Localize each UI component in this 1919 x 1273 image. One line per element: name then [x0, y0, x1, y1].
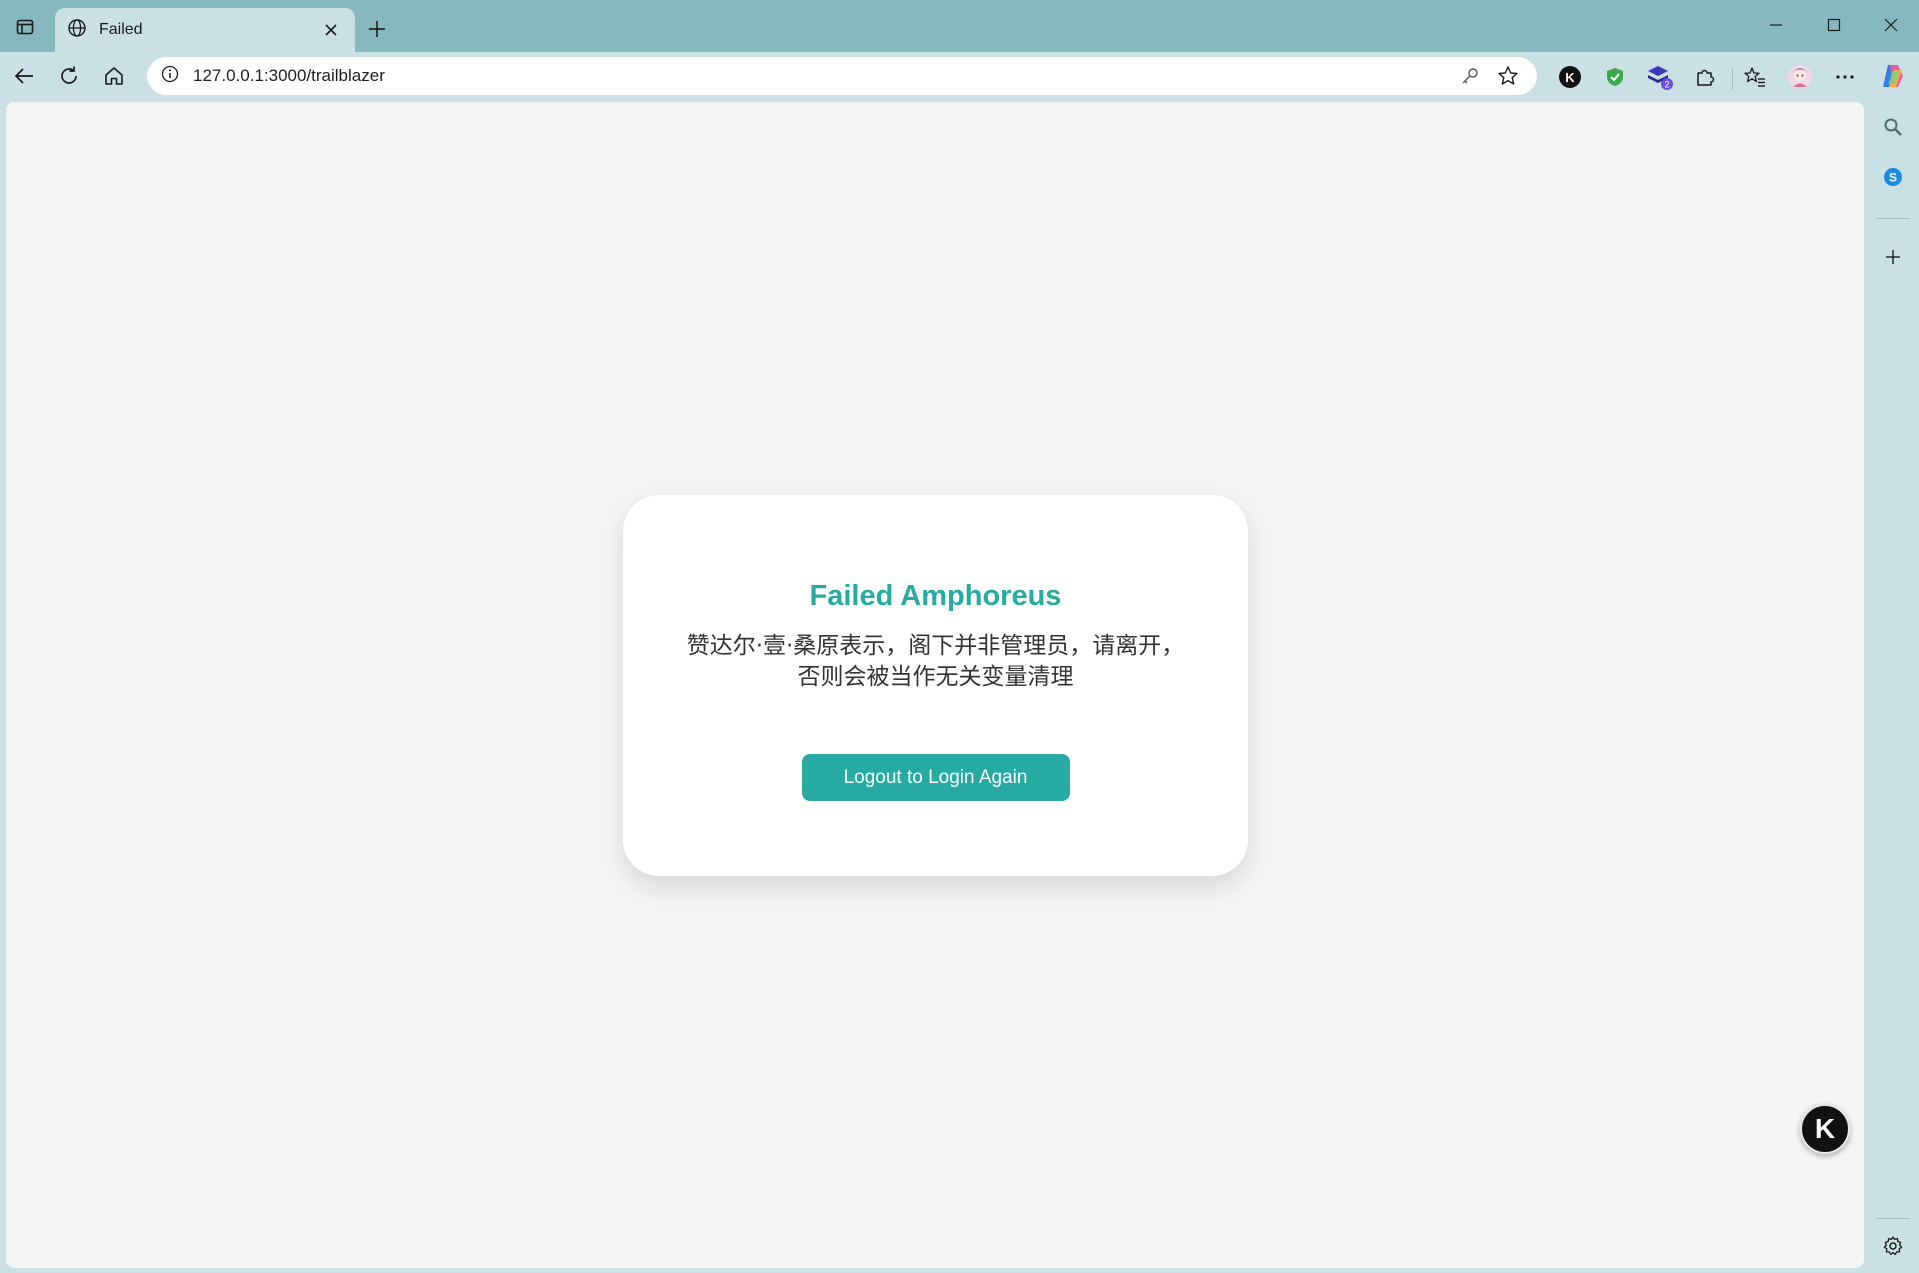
svg-text:S: S	[1889, 171, 1897, 185]
svg-text:2: 2	[1664, 80, 1669, 90]
puzzle-extensions-icon[interactable]	[1688, 60, 1722, 94]
settings-gear-icon[interactable]	[1876, 1229, 1910, 1263]
failed-card: Failed Amphoreus 赞达尔·壹·桑原表示，阁下并非管理员，请离开，…	[623, 495, 1248, 876]
toolbar-divider	[1732, 68, 1733, 90]
address-bar[interactable]: 127.0.0.1:3000/trailblazer	[147, 57, 1537, 95]
search-icon[interactable]	[1876, 110, 1910, 144]
failure-message: 赞达尔·壹·桑原表示，阁下并非管理员，请离开，否则会被当作无关变量清理	[686, 633, 1185, 690]
browser-toolbar: 127.0.0.1:3000/trailblazer K 2	[0, 52, 1919, 98]
tab-title: Failed	[99, 21, 143, 38]
profile-avatar-icon[interactable]	[1783, 60, 1817, 94]
url-text[interactable]: 127.0.0.1:3000/trailblazer	[193, 66, 1447, 86]
add-sidebar-app-plus-icon[interactable]	[1876, 240, 1910, 274]
new-tab-plus-icon[interactable]	[362, 14, 392, 44]
edge-sidebar: S	[1866, 98, 1919, 1273]
tab-close-icon[interactable]	[319, 18, 343, 42]
page-title: Failed Amphoreus	[809, 580, 1062, 612]
tab-actions-menu-icon[interactable]	[12, 14, 38, 40]
back-arrow-icon[interactable]	[7, 59, 41, 93]
minimize-icon[interactable]	[1748, 8, 1804, 42]
shield-extension-icon[interactable]	[1598, 60, 1632, 94]
copilot-icon[interactable]	[1879, 62, 1907, 90]
sidebar-divider	[1876, 218, 1910, 219]
refresh-icon[interactable]	[52, 59, 86, 93]
site-info-icon[interactable]	[161, 65, 179, 88]
more-options-icon[interactable]	[1828, 60, 1862, 94]
globe-icon	[67, 18, 87, 43]
browser-tab[interactable]: Failed	[55, 8, 355, 52]
stack-extension-icon[interactable]: 2	[1643, 60, 1677, 94]
floating-k-widget-icon[interactable]: K	[1800, 1104, 1850, 1154]
home-icon[interactable]	[97, 59, 131, 93]
window-close-icon[interactable]	[1863, 8, 1919, 42]
key-icon[interactable]	[1455, 61, 1485, 91]
logout-button[interactable]: Logout to Login Again	[801, 754, 1070, 801]
sidebar-divider-bottom	[1876, 1218, 1910, 1219]
k-extension-icon[interactable]: K	[1553, 60, 1587, 94]
skype-icon[interactable]: S	[1876, 160, 1910, 194]
title-bar: Failed	[0, 0, 1919, 52]
maximize-icon[interactable]	[1806, 8, 1862, 42]
favorites-list-icon[interactable]	[1738, 60, 1772, 94]
page-viewport: Failed Amphoreus 赞达尔·壹·桑原表示，阁下并非管理员，请离开，…	[6, 102, 1864, 1268]
favorite-star-icon[interactable]	[1493, 61, 1523, 91]
